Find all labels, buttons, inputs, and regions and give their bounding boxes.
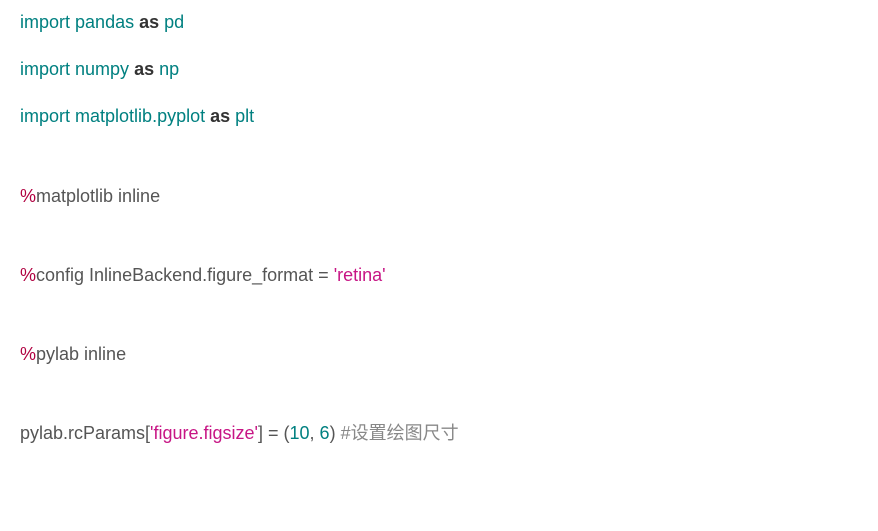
alias-np: np bbox=[159, 59, 179, 79]
string-quote: ' bbox=[382, 265, 385, 285]
keyword-import: import bbox=[20, 106, 70, 126]
alias-plt: plt bbox=[235, 106, 254, 126]
keyword-import: import bbox=[20, 12, 70, 32]
number-six: 6 bbox=[320, 423, 330, 443]
code-line-1: import pandas as pd bbox=[20, 10, 858, 35]
code-line-7: pylab.rcParams['figure.figsize'] = (10, … bbox=[20, 421, 858, 446]
string-figsize: figure.figsize bbox=[153, 423, 254, 443]
code-line-6: %pylab inline bbox=[20, 342, 858, 367]
blank-line bbox=[20, 152, 858, 184]
blank-line bbox=[20, 231, 858, 263]
magic-percent: % bbox=[20, 265, 36, 285]
keyword-import: import bbox=[20, 59, 70, 79]
pylab-rcparams: pylab.rcParams[ bbox=[20, 423, 150, 443]
code-line-2: import numpy as np bbox=[20, 57, 858, 82]
string-retina: retina bbox=[337, 265, 382, 285]
keyword-as: as bbox=[210, 106, 230, 126]
config-text: config InlineBackend.figure_format = bbox=[36, 265, 334, 285]
magic-pylab-inline: pylab inline bbox=[36, 344, 126, 364]
close-paren: ) bbox=[330, 423, 341, 443]
code-line-4: %matplotlib inline bbox=[20, 184, 858, 209]
module-matplotlib: matplotlib.pyplot bbox=[75, 106, 205, 126]
blank-line bbox=[20, 389, 858, 421]
alias-pd: pd bbox=[164, 12, 184, 32]
comment-text: #设置绘图尺寸 bbox=[341, 423, 459, 443]
magic-percent: % bbox=[20, 344, 36, 364]
bracket-eq: ] = ( bbox=[258, 423, 290, 443]
module-pandas: pandas bbox=[75, 12, 134, 32]
code-line-5: %config InlineBackend.figure_format = 'r… bbox=[20, 263, 858, 288]
module-numpy: numpy bbox=[75, 59, 129, 79]
keyword-as: as bbox=[134, 59, 154, 79]
code-line-3: import matplotlib.pyplot as plt bbox=[20, 104, 858, 129]
magic-matplotlib-inline: matplotlib inline bbox=[36, 186, 160, 206]
keyword-as: as bbox=[139, 12, 159, 32]
magic-percent: % bbox=[20, 186, 36, 206]
comma: , bbox=[310, 423, 320, 443]
number-ten: 10 bbox=[290, 423, 310, 443]
blank-line bbox=[20, 310, 858, 342]
